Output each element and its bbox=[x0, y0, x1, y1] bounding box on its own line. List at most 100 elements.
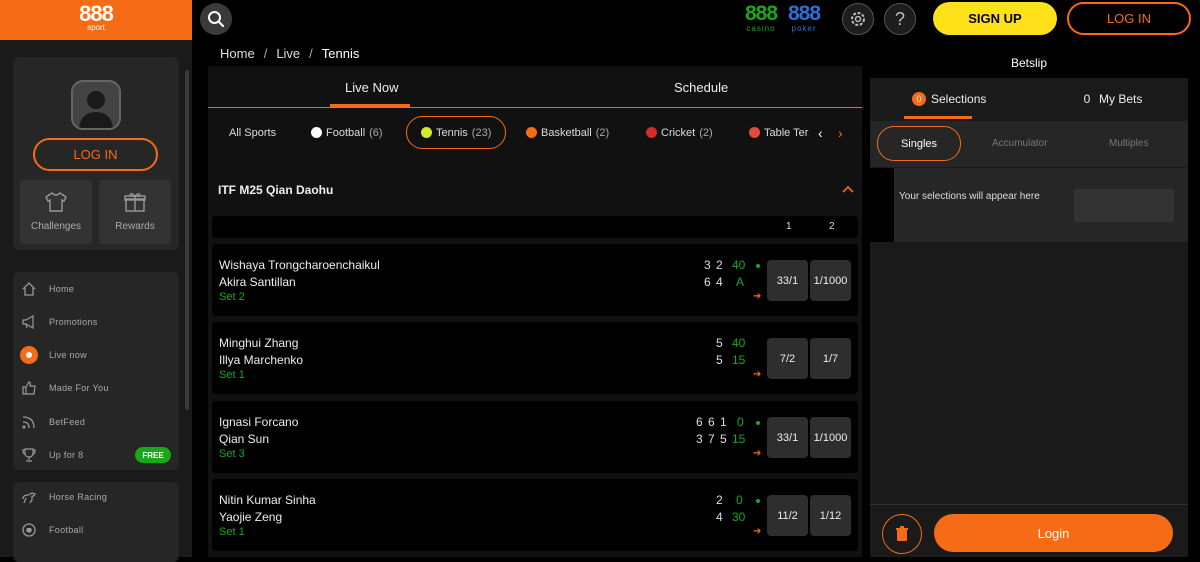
sidebar-login-button[interactable]: LOG IN bbox=[33, 138, 158, 171]
logo[interactable]: 888 sport bbox=[0, 0, 192, 40]
betslip-header: Betslip bbox=[870, 48, 1188, 78]
bet-type-accumulator[interactable]: Accumulator bbox=[992, 138, 1048, 149]
challenges-label: Challenges bbox=[30, 221, 82, 232]
sidebar-item-live-now[interactable]: Live now bbox=[20, 346, 87, 364]
serving-indicator bbox=[756, 499, 760, 503]
sport-chip-count: (2) bbox=[595, 126, 610, 139]
sport-chip-all[interactable]: All Sports bbox=[229, 116, 276, 149]
odds-button-2[interactable]: 1/1000 bbox=[810, 417, 851, 458]
trash-icon bbox=[896, 526, 908, 541]
game-score: 30 bbox=[732, 510, 746, 524]
help-button[interactable]: ? bbox=[884, 3, 916, 35]
nav-card bbox=[13, 272, 179, 470]
scroll-right-button[interactable]: › bbox=[838, 116, 843, 149]
sport-chip-label: Football bbox=[326, 126, 366, 139]
rewards-label: Rewards bbox=[115, 221, 155, 232]
set-label: Set 3 bbox=[219, 448, 245, 460]
shirt-icon bbox=[45, 192, 67, 212]
score-cell: 6 bbox=[696, 415, 703, 429]
tab-live-now[interactable]: Live Now bbox=[345, 80, 398, 95]
sport-chip-label: Table Ter bbox=[764, 126, 809, 139]
live-icon bbox=[20, 346, 38, 364]
sidebar-item-betfeed[interactable]: BetFeed bbox=[20, 413, 85, 431]
sidebar-item-promotions[interactable]: Promotions bbox=[20, 313, 98, 331]
sport-chip-basketball[interactable]: Basketball (2) bbox=[526, 116, 609, 149]
game-score: 40 bbox=[732, 336, 746, 350]
signup-button[interactable]: SIGN UP bbox=[933, 2, 1057, 35]
sidebar-item-horse-racing[interactable]: Horse Racing bbox=[20, 488, 107, 506]
challenges-tile[interactable]: Challenges bbox=[20, 180, 92, 244]
sidebar-item-home[interactable]: Home bbox=[20, 280, 74, 298]
basketball-icon bbox=[526, 127, 537, 138]
tab-selections[interactable]: 0 Selections bbox=[912, 92, 986, 106]
clear-betslip-button[interactable] bbox=[882, 514, 922, 554]
player-1-name: Nitin Kumar Sinha bbox=[219, 493, 316, 507]
scroll-left-button[interactable]: ‹ bbox=[818, 116, 823, 149]
odds-button-2[interactable]: 1/12 bbox=[810, 495, 851, 536]
rewards-tile[interactable]: Rewards bbox=[99, 180, 171, 244]
odds-column-header: 1 2 bbox=[212, 216, 858, 238]
active-tab-indicator bbox=[330, 104, 410, 107]
odds-button-1[interactable]: 33/1 bbox=[767, 417, 808, 458]
sidebar-item-label: Live now bbox=[49, 350, 87, 360]
tab-schedule[interactable]: Schedule bbox=[674, 80, 728, 95]
bet-type-singles[interactable]: Singles bbox=[877, 126, 961, 161]
match-row[interactable]: Minghui Zhang Illya Marchenko Set 1 5 40… bbox=[212, 322, 858, 394]
odds-button-2[interactable]: 1/7 bbox=[810, 338, 851, 379]
sidebar-item-label: Made For You bbox=[49, 383, 109, 393]
poker-brand-link[interactable]: 888 poker bbox=[788, 3, 821, 33]
tab-my-bets-label: My Bets bbox=[1099, 92, 1143, 106]
match-row[interactable]: Wishaya Trongcharoenchaikul Akira Santil… bbox=[212, 244, 858, 316]
breadcrumb-tennis: Tennis bbox=[321, 45, 360, 61]
sidebar-scrollbar[interactable] bbox=[185, 70, 189, 410]
sport-chip-label: Basketball bbox=[541, 126, 592, 139]
sidebar-item-made-for-you[interactable]: Made For You bbox=[20, 379, 109, 397]
sport-chip-table-tennis[interactable]: Table Ter bbox=[749, 116, 817, 149]
chevron-right-icon: › bbox=[838, 124, 843, 141]
match-row[interactable]: Nitin Kumar Sinha Yaojie Zeng Set 1 2 0 … bbox=[212, 479, 858, 551]
sidebar-item-label: Promotions bbox=[49, 317, 98, 327]
view-tabs: Live Now Schedule bbox=[208, 66, 862, 108]
score-cell: 6 bbox=[704, 275, 711, 289]
column-label-1: 1 bbox=[786, 221, 792, 232]
set-label: Set 2 bbox=[219, 291, 245, 303]
match-row[interactable]: Ignasi Forcano Qian Sun Set 3 6 6 1 0 3 … bbox=[212, 401, 858, 473]
question-icon: ? bbox=[894, 8, 905, 29]
football-icon bbox=[20, 521, 38, 539]
megaphone-icon bbox=[20, 313, 38, 331]
bet-type-multiples[interactable]: Multiples bbox=[1109, 138, 1148, 149]
odds-button-1[interactable]: 7/2 bbox=[767, 338, 808, 379]
odds-button-1[interactable]: 11/2 bbox=[767, 495, 808, 536]
football-icon bbox=[311, 127, 322, 138]
league-header[interactable]: ITF M25 Qian Daohu bbox=[208, 170, 862, 210]
cricket-ball-icon bbox=[646, 127, 657, 138]
odds-button-2[interactable]: 1/1000 bbox=[810, 260, 851, 301]
score-cell: 4 bbox=[716, 510, 723, 524]
breadcrumb: Home / Live / Tennis bbox=[208, 40, 862, 66]
horse-icon bbox=[20, 488, 38, 506]
tab-my-bets[interactable]: 0 My Bets bbox=[1080, 92, 1143, 106]
sidebar-item-football[interactable]: Football bbox=[20, 521, 83, 539]
sidebar-item-up-for-8[interactable]: Up for 8 bbox=[20, 446, 83, 464]
login-button[interactable]: LOG IN bbox=[1067, 2, 1191, 35]
sidebar-item-label: BetFeed bbox=[49, 417, 86, 427]
player-2-name: Akira Santillan bbox=[219, 275, 296, 289]
chevron-up-icon[interactable] bbox=[842, 185, 854, 193]
sport-chip-tennis[interactable]: Tennis (23) bbox=[406, 116, 507, 149]
betslip-login-button[interactable]: Login bbox=[934, 514, 1173, 552]
serving-indicator bbox=[756, 264, 760, 268]
casino-brand-label: casino bbox=[746, 24, 776, 33]
stake-placeholder-box bbox=[1074, 189, 1174, 222]
score-cell: 6 bbox=[708, 415, 715, 429]
search-icon bbox=[208, 11, 225, 28]
breadcrumb-live[interactable]: Live bbox=[276, 46, 300, 61]
casino-brand-link[interactable]: 888 casino bbox=[745, 3, 778, 33]
thumbs-up-icon bbox=[20, 379, 38, 397]
odds-button-1[interactable]: 33/1 bbox=[767, 260, 808, 301]
sport-chip-cricket[interactable]: Cricket (2) bbox=[646, 116, 713, 149]
player-2-name: Yaojie Zeng bbox=[219, 510, 283, 524]
settings-button[interactable] bbox=[842, 3, 874, 35]
sport-chip-football[interactable]: Football (6) bbox=[311, 116, 383, 149]
search-button[interactable] bbox=[200, 3, 232, 35]
breadcrumb-home[interactable]: Home bbox=[220, 46, 255, 61]
